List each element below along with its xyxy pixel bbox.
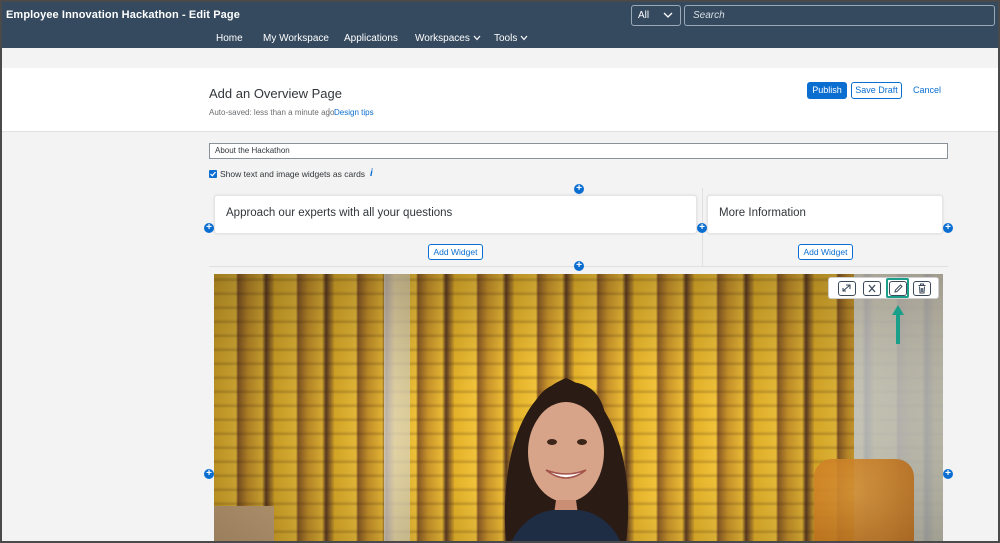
page-header: Add an Overview Page Auto-saved: less th…: [0, 68, 1000, 132]
design-tips-link[interactable]: Design tips: [334, 108, 374, 117]
search-input[interactable]: Search: [684, 5, 995, 26]
add-section-plus-icon[interactable]: +: [574, 184, 584, 194]
card-title: More Information: [719, 207, 806, 219]
nav-home[interactable]: Home: [216, 33, 243, 44]
nav-tools-label: Tools: [494, 33, 518, 44]
app-title: Employee Innovation Hackathon - Edit Pag…: [6, 9, 240, 21]
close-icon[interactable]: [863, 281, 881, 296]
chevron-down-icon: [520, 35, 528, 41]
add-column-plus-icon[interactable]: +: [943, 469, 953, 479]
nav-my-workspace[interactable]: My Workspace: [263, 33, 329, 44]
image-toolbar: [828, 277, 939, 299]
smiling-woman-photo: [504, 378, 629, 543]
add-widget-button[interactable]: Add Widget: [798, 244, 853, 260]
add-column-plus-icon[interactable]: +: [204, 469, 214, 479]
autosave-status: Auto-saved: less than a minute ago: [209, 108, 335, 117]
publish-button[interactable]: Publish: [807, 82, 847, 99]
search-scope-value: All: [638, 10, 650, 21]
edit-button-highlight: [886, 278, 909, 298]
check-icon: [210, 171, 216, 177]
add-column-plus-icon[interactable]: +: [697, 223, 707, 233]
page-title: Add an Overview Page: [209, 86, 342, 101]
page-title-input[interactable]: About the Hackathon: [209, 143, 948, 159]
delete-trash-icon[interactable]: [913, 281, 931, 296]
cancel-button[interactable]: Cancel: [913, 85, 941, 95]
search-scope-select[interactable]: All: [631, 5, 681, 26]
add-widget-button[interactable]: Add Widget: [428, 244, 483, 260]
chevron-down-icon: [663, 12, 673, 18]
expand-icon[interactable]: [838, 281, 856, 296]
shell-bar: Employee Innovation Hackathon - Edit Pag…: [0, 0, 1000, 48]
nav-workspaces-label: Workspaces: [415, 33, 470, 44]
save-draft-button[interactable]: Save Draft: [851, 82, 902, 99]
nav-tools[interactable]: Tools: [494, 33, 528, 44]
add-section-plus-icon[interactable]: +: [574, 261, 584, 271]
separator: |: [328, 107, 331, 116]
widget-card[interactable]: More Information: [707, 195, 943, 234]
widget-card[interactable]: Approach our experts with all your quest…: [214, 195, 697, 234]
info-icon[interactable]: i: [370, 168, 373, 179]
cards-checkbox[interactable]: [209, 170, 217, 178]
chevron-down-icon: [473, 35, 481, 41]
cards-checkbox-label: Show text and image widgets as cards: [220, 169, 366, 179]
image-widget[interactable]: [214, 274, 943, 543]
nav-applications[interactable]: Applications: [344, 33, 398, 44]
add-column-plus-icon[interactable]: +: [943, 223, 953, 233]
card-title: Approach our experts with all your quest…: [226, 207, 453, 219]
arrow-up-icon: [892, 305, 904, 344]
add-column-plus-icon[interactable]: +: [204, 223, 214, 233]
search-placeholder: Search: [693, 10, 725, 21]
nav-workspaces[interactable]: Workspaces: [415, 33, 481, 44]
